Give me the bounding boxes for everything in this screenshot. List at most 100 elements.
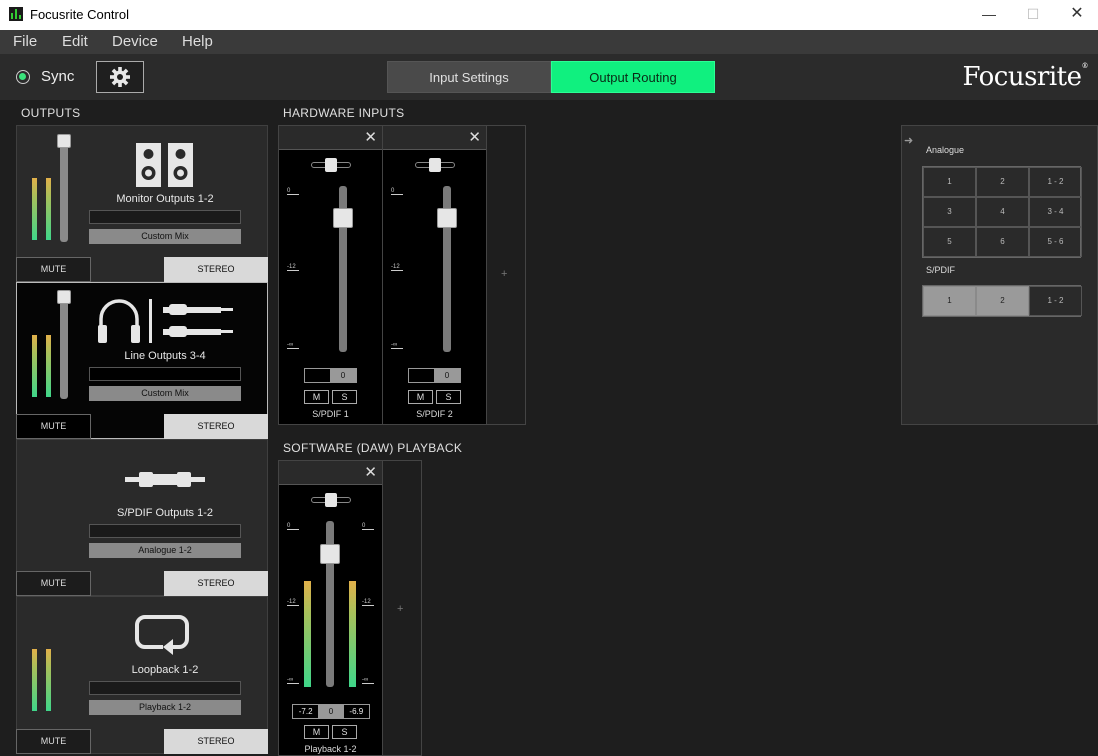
route-cell[interactable]: 6 xyxy=(976,227,1029,257)
output-card-monitor[interactable]: Monitor Outputs 1-2 Custom Mix MUTE STER… xyxy=(16,125,268,282)
input-fader-knob[interactable] xyxy=(333,208,353,228)
close-icon[interactable]: ✕ xyxy=(468,128,481,146)
spdif-routing-grid: 1 2 1 - 2 xyxy=(922,285,1082,317)
route-cell[interactable]: 1 xyxy=(923,167,976,197)
gear-icon xyxy=(110,67,130,87)
mute-button[interactable]: MUTE xyxy=(16,571,91,596)
input-fader-knob[interactable] xyxy=(437,208,457,228)
loopback-icon xyxy=(135,615,189,655)
sync-indicator[interactable] xyxy=(16,70,30,84)
output-name-field[interactable] xyxy=(89,524,241,538)
app-icon xyxy=(9,7,23,21)
stereo-button[interactable]: STEREO xyxy=(164,571,268,596)
output-source-select[interactable]: Playback 1-2 xyxy=(89,700,241,715)
output-fader-track[interactable] xyxy=(60,140,68,242)
route-cell[interactable]: 4 xyxy=(976,197,1029,227)
tab-output-routing[interactable]: Output Routing xyxy=(551,61,715,93)
route-cell[interactable]: 5 xyxy=(923,227,976,257)
output-name: S/PDIF Outputs 1-2 xyxy=(117,507,213,519)
output-fader-knob[interactable] xyxy=(57,134,71,148)
playback-fader-knob[interactable] xyxy=(320,544,340,564)
route-cell[interactable]: 3 - 4 xyxy=(1029,197,1082,227)
speakers-icon xyxy=(136,143,193,187)
menu-help[interactable]: Help xyxy=(182,33,213,50)
output-source-select[interactable]: Analogue 1-2 xyxy=(89,543,241,558)
divider xyxy=(149,299,152,343)
menu-device[interactable]: Device xyxy=(112,33,158,50)
close-button[interactable]: ✕ xyxy=(1054,0,1098,30)
mute-button[interactable]: M xyxy=(304,725,329,739)
maximize-button[interactable]: ☐ xyxy=(1010,0,1056,30)
route-cell[interactable]: 2 xyxy=(976,167,1029,197)
strip-label: S/PDIF 1 xyxy=(312,409,349,419)
output-card-line[interactable]: Line Outputs 3-4 Custom Mix MUTE STEREO xyxy=(16,282,268,439)
mute-button[interactable]: MUTE xyxy=(16,729,91,754)
pan-knob[interactable] xyxy=(325,158,337,172)
strip-header: ✕ xyxy=(279,126,382,150)
mute-button[interactable]: MUTE xyxy=(16,257,91,282)
output-name-field[interactable] xyxy=(89,681,241,695)
solo-button[interactable]: S xyxy=(332,725,357,739)
stereo-button[interactable]: STEREO xyxy=(164,729,268,754)
brand-name: Focusrite xyxy=(962,62,1083,92)
arrow-right-icon: ➜ xyxy=(904,135,914,147)
route-cell[interactable]: 3 xyxy=(923,197,976,227)
output-source-select[interactable]: Custom Mix xyxy=(89,386,241,401)
gain-display[interactable]: -7.2 0 -6.9 xyxy=(292,704,370,719)
solo-button[interactable]: S xyxy=(436,390,461,404)
pan-knob[interactable] xyxy=(325,493,337,507)
strip-label: Playback 1-2 xyxy=(304,744,357,754)
stereo-button[interactable]: STEREO xyxy=(164,257,268,282)
pan-slider[interactable] xyxy=(311,158,351,172)
route-cell-selected[interactable]: 1 xyxy=(923,286,976,316)
output-name: Monitor Outputs 1-2 xyxy=(116,193,214,205)
route-cell-selected[interactable]: 2 xyxy=(976,286,1029,316)
mute-button[interactable]: M xyxy=(304,390,329,404)
output-card-spdif[interactable]: S/PDIF Outputs 1-2 Analogue 1-2 MUTE STE… xyxy=(16,439,268,596)
mute-button[interactable]: MUTE xyxy=(16,414,91,439)
minimize-button[interactable]: — xyxy=(966,0,1012,30)
analogue-label: Analogue xyxy=(926,145,965,155)
pan-knob[interactable] xyxy=(429,158,441,172)
route-cell[interactable]: 5 - 6 xyxy=(1029,227,1082,257)
software-playback-panel: ✕ 0 0 -12 -12 -∞ -∞ -7.2 0 -6.9 M S Play… xyxy=(278,460,422,756)
gain-display[interactable]: 0 xyxy=(408,368,461,383)
scale-bottom: -∞ xyxy=(287,342,299,349)
settings-button[interactable] xyxy=(96,61,144,93)
stereo-button[interactable]: STEREO xyxy=(164,414,268,439)
window-title: Focusrite Control xyxy=(30,7,129,22)
level-meter-left xyxy=(304,581,311,687)
scale-bottom-left: -∞ xyxy=(287,677,299,684)
output-fader-knob[interactable] xyxy=(57,290,71,304)
mute-button[interactable]: M xyxy=(408,390,433,404)
jack-cable-icon xyxy=(163,304,233,337)
route-cell[interactable]: 1 - 2 xyxy=(1029,167,1082,197)
close-icon[interactable]: ✕ xyxy=(364,128,377,146)
pan-slider[interactable] xyxy=(415,158,455,172)
output-fader-track[interactable] xyxy=(60,297,68,399)
level-meter-left xyxy=(32,335,37,397)
solo-button[interactable]: S xyxy=(332,390,357,404)
menu-edit[interactable]: Edit xyxy=(62,33,88,50)
spdif-label: S/PDIF xyxy=(926,265,956,275)
add-input-button[interactable]: + xyxy=(501,268,507,280)
gain-value: 0 xyxy=(318,705,344,718)
tab-input-settings[interactable]: Input Settings xyxy=(387,61,551,93)
close-icon[interactable]: ✕ xyxy=(364,463,377,481)
gain-value: 0 xyxy=(330,369,356,382)
level-meter-left xyxy=(32,178,37,240)
pan-slider[interactable] xyxy=(311,493,351,507)
add-playback-button[interactable]: + xyxy=(397,603,403,615)
output-name-field[interactable] xyxy=(89,210,241,224)
output-source-select[interactable]: Custom Mix xyxy=(89,229,241,244)
menu-file[interactable]: File xyxy=(13,33,37,50)
rca-cable-icon xyxy=(125,472,205,487)
scale-mid: -12 xyxy=(391,264,403,271)
level-meter-right xyxy=(349,581,356,687)
scale-top-right: 0 xyxy=(362,523,374,530)
gain-display[interactable]: 0 xyxy=(304,368,357,383)
headphones-icon xyxy=(98,299,140,343)
output-card-loopback[interactable]: Loopback 1-2 Playback 1-2 MUTE STEREO xyxy=(16,596,268,754)
route-cell[interactable]: 1 - 2 xyxy=(1029,286,1082,316)
output-name-field[interactable] xyxy=(89,367,241,381)
